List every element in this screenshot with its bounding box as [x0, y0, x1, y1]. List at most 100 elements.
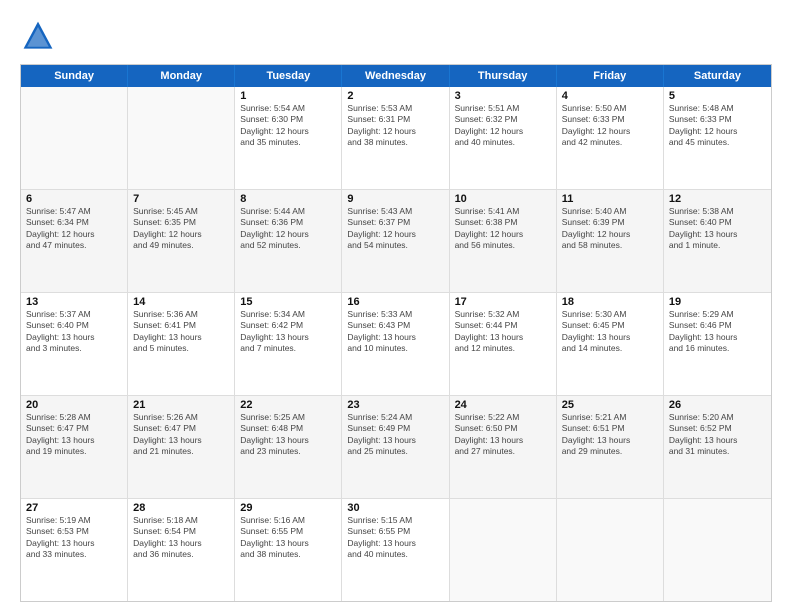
cal-cell: 16Sunrise: 5:33 AM Sunset: 6:43 PM Dayli… — [342, 293, 449, 395]
cal-cell: 6Sunrise: 5:47 AM Sunset: 6:34 PM Daylig… — [21, 190, 128, 292]
cal-cell: 3Sunrise: 5:51 AM Sunset: 6:32 PM Daylig… — [450, 87, 557, 189]
calendar-header: SundayMondayTuesdayWednesdayThursdayFrid… — [21, 65, 771, 87]
day-number: 1 — [240, 90, 336, 102]
day-info: Sunrise: 5:48 AM Sunset: 6:33 PM Dayligh… — [669, 103, 766, 149]
day-number: 23 — [347, 399, 443, 411]
cal-cell: 22Sunrise: 5:25 AM Sunset: 6:48 PM Dayli… — [235, 396, 342, 498]
cal-cell: 23Sunrise: 5:24 AM Sunset: 6:49 PM Dayli… — [342, 396, 449, 498]
day-info: Sunrise: 5:18 AM Sunset: 6:54 PM Dayligh… — [133, 515, 229, 561]
day-number: 26 — [669, 399, 766, 411]
week-row-1: 1Sunrise: 5:54 AM Sunset: 6:30 PM Daylig… — [21, 87, 771, 190]
day-number: 9 — [347, 193, 443, 205]
cal-cell — [450, 499, 557, 601]
page: SundayMondayTuesdayWednesdayThursdayFrid… — [0, 0, 792, 612]
day-info: Sunrise: 5:30 AM Sunset: 6:45 PM Dayligh… — [562, 309, 658, 355]
cal-cell: 21Sunrise: 5:26 AM Sunset: 6:47 PM Dayli… — [128, 396, 235, 498]
day-number: 17 — [455, 296, 551, 308]
day-number: 25 — [562, 399, 658, 411]
day-number: 21 — [133, 399, 229, 411]
cal-cell — [128, 87, 235, 189]
header-day-friday: Friday — [557, 65, 664, 87]
cal-cell: 13Sunrise: 5:37 AM Sunset: 6:40 PM Dayli… — [21, 293, 128, 395]
day-number: 12 — [669, 193, 766, 205]
header-day-monday: Monday — [128, 65, 235, 87]
day-number: 4 — [562, 90, 658, 102]
cal-cell: 17Sunrise: 5:32 AM Sunset: 6:44 PM Dayli… — [450, 293, 557, 395]
cal-cell: 1Sunrise: 5:54 AM Sunset: 6:30 PM Daylig… — [235, 87, 342, 189]
day-number: 18 — [562, 296, 658, 308]
day-number: 30 — [347, 502, 443, 514]
header — [20, 18, 772, 54]
cal-cell — [557, 499, 664, 601]
day-number: 24 — [455, 399, 551, 411]
week-row-5: 27Sunrise: 5:19 AM Sunset: 6:53 PM Dayli… — [21, 499, 771, 601]
cal-cell: 30Sunrise: 5:15 AM Sunset: 6:55 PM Dayli… — [342, 499, 449, 601]
header-day-tuesday: Tuesday — [235, 65, 342, 87]
day-number: 8 — [240, 193, 336, 205]
cal-cell: 7Sunrise: 5:45 AM Sunset: 6:35 PM Daylig… — [128, 190, 235, 292]
cal-cell: 11Sunrise: 5:40 AM Sunset: 6:39 PM Dayli… — [557, 190, 664, 292]
cal-cell: 28Sunrise: 5:18 AM Sunset: 6:54 PM Dayli… — [128, 499, 235, 601]
day-number: 6 — [26, 193, 122, 205]
day-info: Sunrise: 5:26 AM Sunset: 6:47 PM Dayligh… — [133, 412, 229, 458]
week-row-4: 20Sunrise: 5:28 AM Sunset: 6:47 PM Dayli… — [21, 396, 771, 499]
cal-cell — [21, 87, 128, 189]
day-info: Sunrise: 5:43 AM Sunset: 6:37 PM Dayligh… — [347, 206, 443, 252]
day-number: 2 — [347, 90, 443, 102]
day-info: Sunrise: 5:36 AM Sunset: 6:41 PM Dayligh… — [133, 309, 229, 355]
day-info: Sunrise: 5:44 AM Sunset: 6:36 PM Dayligh… — [240, 206, 336, 252]
cal-cell: 27Sunrise: 5:19 AM Sunset: 6:53 PM Dayli… — [21, 499, 128, 601]
day-number: 3 — [455, 90, 551, 102]
cal-cell: 15Sunrise: 5:34 AM Sunset: 6:42 PM Dayli… — [235, 293, 342, 395]
cal-cell: 9Sunrise: 5:43 AM Sunset: 6:37 PM Daylig… — [342, 190, 449, 292]
day-info: Sunrise: 5:34 AM Sunset: 6:42 PM Dayligh… — [240, 309, 336, 355]
week-row-2: 6Sunrise: 5:47 AM Sunset: 6:34 PM Daylig… — [21, 190, 771, 293]
cal-cell: 29Sunrise: 5:16 AM Sunset: 6:55 PM Dayli… — [235, 499, 342, 601]
cal-cell: 26Sunrise: 5:20 AM Sunset: 6:52 PM Dayli… — [664, 396, 771, 498]
cal-cell: 5Sunrise: 5:48 AM Sunset: 6:33 PM Daylig… — [664, 87, 771, 189]
day-number: 10 — [455, 193, 551, 205]
day-info: Sunrise: 5:22 AM Sunset: 6:50 PM Dayligh… — [455, 412, 551, 458]
day-number: 20 — [26, 399, 122, 411]
header-day-wednesday: Wednesday — [342, 65, 449, 87]
day-number: 22 — [240, 399, 336, 411]
day-number: 5 — [669, 90, 766, 102]
day-info: Sunrise: 5:50 AM Sunset: 6:33 PM Dayligh… — [562, 103, 658, 149]
day-number: 16 — [347, 296, 443, 308]
calendar: SundayMondayTuesdayWednesdayThursdayFrid… — [20, 64, 772, 602]
day-info: Sunrise: 5:41 AM Sunset: 6:38 PM Dayligh… — [455, 206, 551, 252]
day-number: 19 — [669, 296, 766, 308]
cal-cell: 25Sunrise: 5:21 AM Sunset: 6:51 PM Dayli… — [557, 396, 664, 498]
day-info: Sunrise: 5:25 AM Sunset: 6:48 PM Dayligh… — [240, 412, 336, 458]
cal-cell — [664, 499, 771, 601]
day-info: Sunrise: 5:24 AM Sunset: 6:49 PM Dayligh… — [347, 412, 443, 458]
header-day-sunday: Sunday — [21, 65, 128, 87]
day-info: Sunrise: 5:53 AM Sunset: 6:31 PM Dayligh… — [347, 103, 443, 149]
day-info: Sunrise: 5:54 AM Sunset: 6:30 PM Dayligh… — [240, 103, 336, 149]
cal-cell: 12Sunrise: 5:38 AM Sunset: 6:40 PM Dayli… — [664, 190, 771, 292]
week-row-3: 13Sunrise: 5:37 AM Sunset: 6:40 PM Dayli… — [21, 293, 771, 396]
day-info: Sunrise: 5:21 AM Sunset: 6:51 PM Dayligh… — [562, 412, 658, 458]
cal-cell: 4Sunrise: 5:50 AM Sunset: 6:33 PM Daylig… — [557, 87, 664, 189]
cal-cell: 18Sunrise: 5:30 AM Sunset: 6:45 PM Dayli… — [557, 293, 664, 395]
day-number: 11 — [562, 193, 658, 205]
day-info: Sunrise: 5:29 AM Sunset: 6:46 PM Dayligh… — [669, 309, 766, 355]
day-info: Sunrise: 5:38 AM Sunset: 6:40 PM Dayligh… — [669, 206, 766, 252]
cal-cell: 19Sunrise: 5:29 AM Sunset: 6:46 PM Dayli… — [664, 293, 771, 395]
day-number: 15 — [240, 296, 336, 308]
header-day-saturday: Saturday — [664, 65, 771, 87]
day-number: 7 — [133, 193, 229, 205]
day-info: Sunrise: 5:16 AM Sunset: 6:55 PM Dayligh… — [240, 515, 336, 561]
day-info: Sunrise: 5:45 AM Sunset: 6:35 PM Dayligh… — [133, 206, 229, 252]
day-number: 29 — [240, 502, 336, 514]
cal-cell: 8Sunrise: 5:44 AM Sunset: 6:36 PM Daylig… — [235, 190, 342, 292]
day-info: Sunrise: 5:32 AM Sunset: 6:44 PM Dayligh… — [455, 309, 551, 355]
calendar-body: 1Sunrise: 5:54 AM Sunset: 6:30 PM Daylig… — [21, 87, 771, 601]
day-number: 27 — [26, 502, 122, 514]
cal-cell: 10Sunrise: 5:41 AM Sunset: 6:38 PM Dayli… — [450, 190, 557, 292]
day-info: Sunrise: 5:37 AM Sunset: 6:40 PM Dayligh… — [26, 309, 122, 355]
day-info: Sunrise: 5:20 AM Sunset: 6:52 PM Dayligh… — [669, 412, 766, 458]
logo — [20, 18, 60, 54]
day-info: Sunrise: 5:33 AM Sunset: 6:43 PM Dayligh… — [347, 309, 443, 355]
logo-icon — [20, 18, 56, 54]
